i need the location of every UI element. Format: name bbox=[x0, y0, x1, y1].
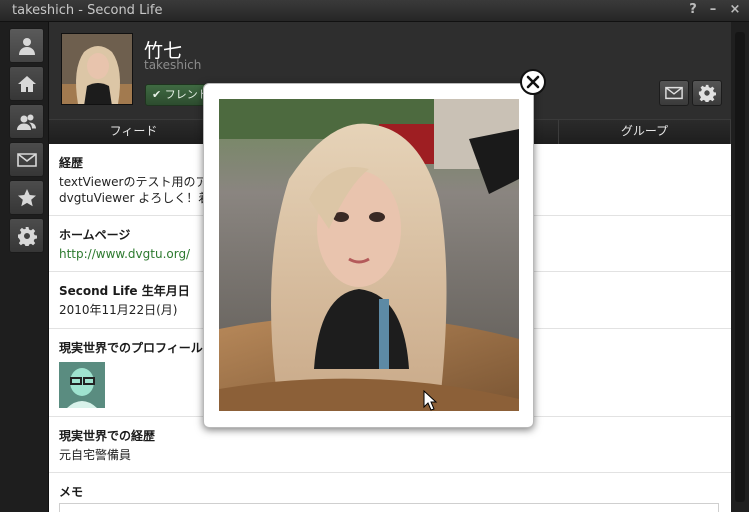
avatar[interactable] bbox=[61, 33, 133, 105]
sidebar-item-favorites[interactable] bbox=[9, 180, 44, 215]
profile-image-large bbox=[219, 99, 519, 411]
image-preview-popup bbox=[203, 83, 534, 428]
profile-settings-button[interactable] bbox=[692, 80, 722, 106]
tab-feed[interactable]: フィード bbox=[49, 120, 219, 145]
sidebar-item-messages[interactable] bbox=[9, 142, 44, 177]
home-icon bbox=[17, 75, 36, 92]
checkmark-icon: ✔ bbox=[152, 88, 162, 101]
title-bar: takeshich - Second Life ? – × bbox=[0, 0, 749, 22]
popup-close-button[interactable] bbox=[520, 69, 546, 95]
rl-bio-label: 現実世界での経歴 bbox=[59, 429, 156, 443]
sidebar bbox=[0, 22, 49, 512]
username: takeshich bbox=[144, 58, 202, 72]
close-window-button[interactable]: × bbox=[728, 2, 742, 18]
rl-profile-image[interactable] bbox=[59, 362, 105, 408]
sidebar-item-profile[interactable] bbox=[9, 28, 44, 63]
rl-bio-value: 元自宅警備員 bbox=[59, 448, 132, 462]
person-icon bbox=[18, 37, 35, 55]
scrollbar-track[interactable] bbox=[731, 22, 749, 512]
tab-groups[interactable]: グループ bbox=[559, 120, 731, 145]
memo-input[interactable] bbox=[59, 503, 719, 512]
close-icon bbox=[526, 75, 540, 89]
memo-label: メモ bbox=[59, 485, 84, 499]
sidebar-item-home[interactable] bbox=[9, 66, 44, 101]
envelope-icon bbox=[16, 152, 37, 167]
sidebar-item-settings[interactable] bbox=[9, 218, 44, 253]
envelope-icon bbox=[665, 86, 683, 100]
people-icon bbox=[16, 114, 36, 130]
minimize-button[interactable]: – bbox=[706, 2, 720, 18]
gear-icon bbox=[698, 84, 716, 102]
gear-icon bbox=[17, 226, 37, 246]
window-title: takeshich - Second Life bbox=[12, 3, 163, 18]
send-message-button[interactable] bbox=[659, 80, 689, 106]
help-button[interactable]: ? bbox=[686, 2, 700, 18]
scrollbar-thumb[interactable] bbox=[735, 32, 745, 502]
star-icon bbox=[17, 188, 36, 206]
sidebar-item-people[interactable] bbox=[9, 104, 44, 139]
